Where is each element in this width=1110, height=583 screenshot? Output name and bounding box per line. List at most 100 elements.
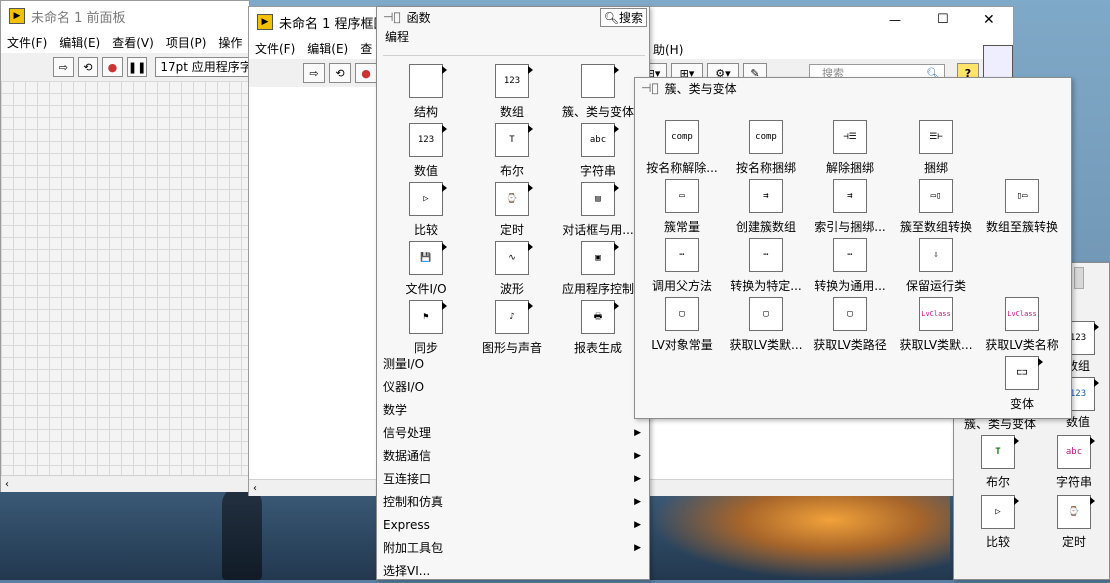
func-list-item-3[interactable]: 信号处理 ▶ [377, 422, 645, 445]
fp-menu-project[interactable]: 项目(P) [160, 34, 213, 51]
submenu-arrow-icon: ▶ [634, 520, 641, 530]
bd-run-continuous-icon[interactable]: ⟲ [329, 63, 351, 83]
side-comparison-label: 比较 [985, 535, 1010, 549]
side-string-label: 字符串 [1055, 475, 1092, 489]
maximize-button[interactable]: ☐ [937, 12, 949, 27]
func-list-label: Express [383, 518, 430, 532]
func-item-3[interactable]: 123 数值 [383, 123, 469, 181]
bd-abort-icon[interactable]: ● [355, 63, 377, 83]
func-list-item-7[interactable]: Express ▶ [377, 514, 645, 537]
side-item-string[interactable]: abc 字符串 [1044, 435, 1104, 490]
app-control-icon: ▣ [581, 241, 619, 275]
cluster-item-12[interactable]: ⇩ 保留运行类 [893, 238, 979, 296]
font-select[interactable]: 17pt 应用程序字体 [155, 57, 250, 77]
cluster-item-0[interactable]: comp 按名称解除... [639, 120, 725, 178]
timing-icon: ⌚ [495, 182, 533, 216]
func-list-item-0[interactable]: 测量I/O [377, 353, 645, 376]
func-list-item-6[interactable]: 控制和仿真 ▶ [377, 491, 645, 514]
func-item-2[interactable]: 簇、类与变体 [555, 64, 641, 122]
cluster-item-17[interactable]: LvClass 获取LV类名称 [979, 297, 1065, 355]
func-list-item-1[interactable]: 仪器I/O [377, 376, 645, 399]
cluster-item-label: 调用父方法 [651, 279, 712, 293]
dialog-icon: ▤ [581, 182, 619, 216]
func-item-10[interactable]: ∿ 波形 [469, 241, 555, 299]
cluster-item-7[interactable]: ▭▯ 簇至数组转换 [893, 179, 979, 237]
cluster-item-label: 转换为特定... [730, 279, 802, 293]
fp-hscroll[interactable]: ‹ [1, 475, 249, 492]
abort-icon[interactable]: ● [102, 57, 123, 77]
side-item-comparison[interactable]: ▷ 比较 [968, 495, 1028, 550]
programming-section-header[interactable]: 编程 [377, 27, 649, 47]
bd-menu-edit[interactable]: 编辑(E) [301, 40, 354, 57]
desktop-figure [222, 486, 262, 580]
func-list-item-2[interactable]: 数学 [377, 399, 645, 422]
func-item-label: 比较 [413, 223, 438, 237]
bd-run-icon[interactable]: ⇨ [303, 63, 325, 83]
bd-menu-file[interactable]: 文件(F) [249, 40, 301, 57]
func-item-13[interactable]: ♪ 图形与声音 [469, 300, 555, 358]
bd-menu-view[interactable]: 查 [354, 40, 378, 57]
bundle-by-name-icon: comp [749, 120, 783, 154]
func-item-6[interactable]: ▷ 比较 [383, 182, 469, 240]
front-panel-canvas[interactable] [1, 81, 249, 475]
lv-object-constant-icon: ▢ [665, 297, 699, 331]
cluster-palette-header: ⊣⃒ 簇、类与变体 [635, 78, 1071, 98]
cluster-item-11[interactable]: ⋯ 转换为通用... [807, 238, 893, 296]
cluster-item-1[interactable]: comp 按名称捆绑 [723, 120, 809, 178]
cluster-item-3[interactable]: ☰⊢ 捆绑 [893, 120, 979, 178]
cluster-item-2[interactable]: ⊣☰ 解除捆绑 [807, 120, 893, 178]
fp-menu-view[interactable]: 查看(V) [106, 34, 160, 51]
func-item-12[interactable]: ⚑ 同步 [383, 300, 469, 358]
func-item-14[interactable]: 🖶 报表生成 [555, 300, 641, 358]
func-item-5[interactable]: abc 字符串 [555, 123, 641, 181]
pause-icon[interactable]: ❚❚ [126, 57, 148, 77]
func-item-4[interactable]: T 布尔 [469, 123, 555, 181]
cluster-item-18[interactable]: ⊏⊐ 变体 [979, 356, 1065, 414]
func-item-7[interactable]: ⌚ 定时 [469, 182, 555, 240]
cluster-item-label: 捆绑 [923, 161, 948, 175]
cluster-item-label: 保留运行类 [905, 279, 966, 293]
cluster-item-10[interactable]: ⋯ 转换为特定... [723, 238, 809, 296]
side-timing-icon: ⌚ [1057, 495, 1095, 529]
cluster-item-13[interactable]: ▢ LV对象常量 [639, 297, 725, 355]
cluster-item-16[interactable]: LvClass 获取LV类默... [893, 297, 979, 355]
func-item-8[interactable]: ▤ 对话框与用... [555, 182, 641, 240]
fp-menu-file[interactable]: 文件(F) [1, 34, 53, 51]
func-list-item-5[interactable]: 互连接口 ▶ [377, 468, 645, 491]
cluster-item-4[interactable]: ▭ 簇常量 [639, 179, 725, 237]
cluster-item-label: 获取LV类默... [899, 338, 973, 352]
connector-pane-icon[interactable] [983, 45, 1013, 79]
fp-menu-edit[interactable]: 编辑(E) [53, 34, 106, 51]
func-list-item-8[interactable]: 附加工具包 ▶ [377, 537, 645, 560]
side-palette-scrollbar[interactable] [1074, 267, 1084, 289]
pin-icon[interactable]: ⊣⃒ [383, 10, 401, 24]
func-item-11[interactable]: ▣ 应用程序控制 [555, 241, 641, 299]
func-list-label: 数学 [383, 403, 408, 417]
run-continuous-icon[interactable]: ⟲ [77, 57, 99, 77]
minimize-button[interactable]: — [889, 13, 901, 27]
submenu-arrow-icon: ▶ [634, 474, 641, 484]
run-icon[interactable]: ⇨ [53, 57, 74, 77]
cluster-item-6[interactable]: ⇉ 索引与捆绑... [807, 179, 893, 237]
cluster-item-8[interactable]: ▯▭ 数组至簇转换 [979, 179, 1065, 237]
front-panel-titlebar[interactable]: ▶ 未命名 1 前面板 [1, 1, 249, 31]
close-button[interactable]: ✕ [983, 12, 995, 28]
bd-menu-help[interactable]: 助(H) [653, 41, 683, 58]
func-list-item-4[interactable]: 数据通信 ▶ [377, 445, 645, 468]
func-item-9[interactable]: 💾 文件I/O [383, 241, 469, 299]
func-item-1[interactable]: 123 数组 [469, 64, 555, 122]
cluster-item-5[interactable]: ⇉ 创建簇数组 [723, 179, 809, 237]
func-item-0[interactable]: 结构 [383, 64, 469, 122]
cluster-item-15[interactable]: ▢ 获取LV类路径 [807, 297, 893, 355]
side-item-boolean[interactable]: T 布尔 [968, 435, 1028, 490]
functions-palette-title: 函数 [406, 10, 431, 25]
functions-search-button[interactable]: 🔍︎搜索 [599, 8, 647, 27]
cluster-pin-icon[interactable]: ⊣⃒ [641, 81, 659, 95]
cluster-item-14[interactable]: ▢ 获取LV类默... [723, 297, 809, 355]
report-icon: 🖶 [581, 300, 619, 334]
get-lv-class-default-icon: ▢ [749, 297, 783, 331]
side-item-timing[interactable]: ⌚ 定时 [1044, 495, 1104, 550]
fp-menu-operate[interactable]: 操作 [212, 34, 248, 51]
cluster-item-9[interactable]: ⋯ 调用父方法 [639, 238, 725, 296]
functions-palette: ⊣⃒ 函数 🔍︎搜索 编程 结构 123 数组 簇、类与变体 123 数值 T 布尔 abc 字符… [376, 6, 650, 580]
